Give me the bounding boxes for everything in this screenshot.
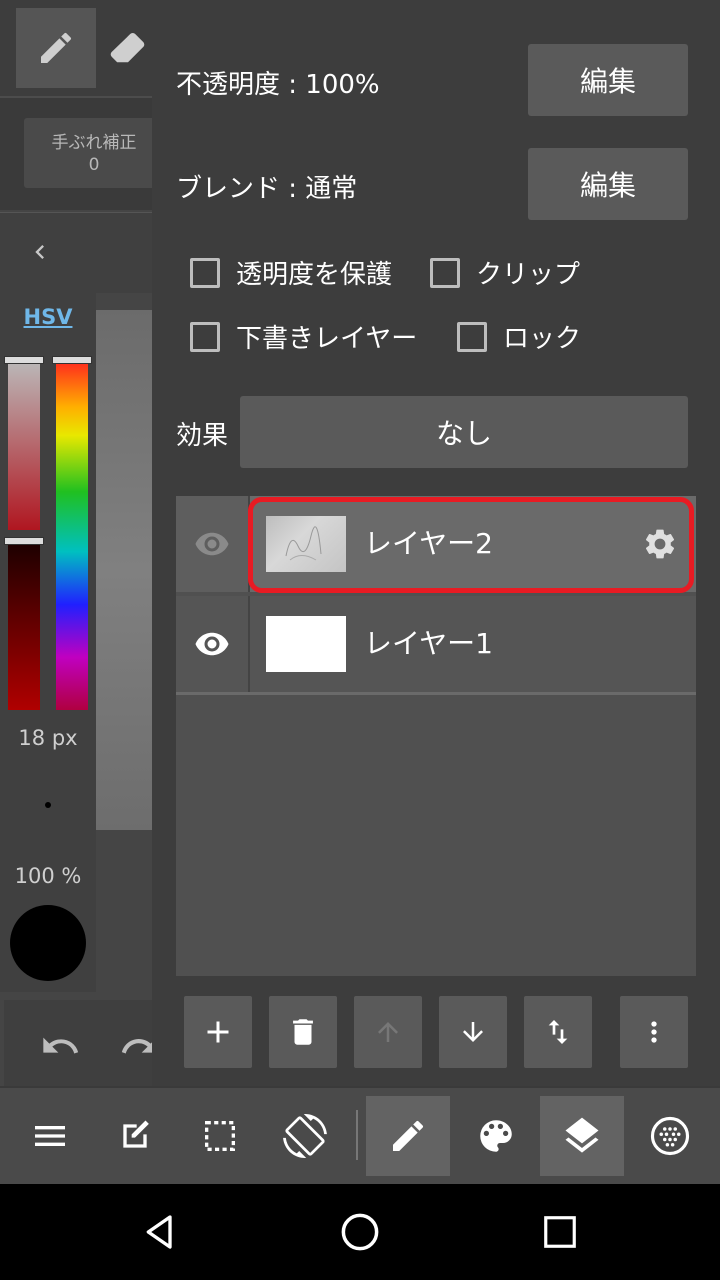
layer-name: レイヤー1 [364,627,493,660]
eye-icon [195,632,229,656]
checkbox-label: ロック [503,324,582,354]
dotted-circle-icon [650,1116,690,1156]
brush-size-preview [45,802,51,808]
opacity-edit-button[interactable]: 編集 [528,44,688,116]
layers-panel-button[interactable] [540,1096,624,1176]
screen-rotation-icon [283,1114,327,1158]
collapse-row [0,212,152,293]
nav-back-button[interactable] [120,1198,200,1266]
saturation-slider[interactable] [8,358,40,530]
canvas-preview[interactable] [96,310,152,830]
layer-thumbnail [266,616,346,672]
stabilizer-label: 手ぶれ補正 [51,133,137,153]
hue-slider[interactable] [56,358,88,710]
checkbox-label: 透明度を保護 [236,260,393,290]
move-layer-up-button[interactable] [354,996,422,1068]
effect-label: 効果 [176,421,229,451]
selection-icon [205,1121,235,1151]
hsv-tab[interactable]: HSV [0,305,96,329]
undo-icon[interactable] [38,1026,82,1066]
stabilizer-button[interactable]: 手ぶれ補正 0 [24,118,164,188]
eraser-icon [110,32,145,63]
plus-icon [207,1021,229,1043]
trash-icon [293,1019,313,1045]
effect-button[interactable]: なし [240,396,688,468]
brush-panel-button[interactable] [366,1096,450,1176]
swap-vertical-icon [548,1020,568,1044]
blend-label: ブレンド : 通常 [176,174,358,204]
lock-checkbox[interactable]: ロック [457,318,581,355]
nav-home-button[interactable] [320,1198,400,1266]
layer-visibility-toggle[interactable] [176,596,250,692]
blend-edit-button[interactable]: 編集 [528,148,688,220]
selection-button[interactable] [178,1096,262,1176]
undo-redo-row [4,1000,157,1086]
pen-tool-button[interactable] [16,8,96,88]
main-menu-button[interactable] [8,1096,92,1176]
checkbox-box [430,257,460,288]
edit-square-icon [123,1120,149,1148]
checkbox-box [190,257,220,288]
stabilizer-value: 0 [88,155,100,175]
hue-slider-handle[interactable] [52,356,92,364]
layer-row-layer-1[interactable]: レイヤー1 [176,596,696,695]
value-slider[interactable] [8,540,40,710]
move-layer-down-button[interactable] [439,996,507,1068]
delete-layer-button[interactable] [269,996,337,1068]
chevron-left-icon[interactable] [26,235,54,269]
clip-checkbox[interactable]: クリップ [430,254,580,291]
checkbox-box [190,321,220,352]
value-slider-handle[interactable] [4,537,44,545]
layer-more-menu-button[interactable] [620,996,688,1068]
protect-alpha-checkbox[interactable]: 透明度を保護 [190,254,392,291]
arrow-up-icon [378,1022,398,1042]
swap-layers-button[interactable] [524,996,592,1068]
menu-icon [35,1126,65,1146]
edit-button[interactable] [93,1096,177,1176]
checkbox-label: クリップ [476,260,581,290]
opacity-label: 不透明度 : 100% [176,70,380,100]
palette-icon [480,1120,512,1152]
pen-icon [41,32,72,63]
material-button[interactable] [628,1096,712,1176]
toolbar-separator [356,1110,358,1160]
brush-opacity-label[interactable]: 100 % [0,864,96,888]
recents-square-icon [544,1216,576,1248]
arrow-down-icon [463,1022,483,1042]
checkbox-label: 下書きレイヤー [236,324,418,354]
draft-layer-checkbox[interactable]: 下書きレイヤー [190,318,417,355]
saturation-slider-handle[interactable] [4,356,44,364]
back-triangle-icon [146,1215,172,1249]
rotate-canvas-button[interactable] [263,1096,347,1176]
more-vertical-icon [651,1021,657,1043]
add-layer-button[interactable] [184,996,252,1068]
eye-icon [195,532,229,556]
brush-size-label[interactable]: 18 px [0,726,96,750]
layers-icon [565,1117,599,1153]
selected-layer-outline [248,497,694,593]
color-palette-button[interactable] [454,1096,538,1176]
current-color-swatch[interactable] [10,905,86,981]
layer-visibility-toggle[interactable] [176,496,250,592]
checkbox-box [457,321,487,352]
home-circle-icon [341,1213,379,1251]
nav-recents-button[interactable] [520,1198,600,1266]
pen-icon [393,1120,424,1151]
